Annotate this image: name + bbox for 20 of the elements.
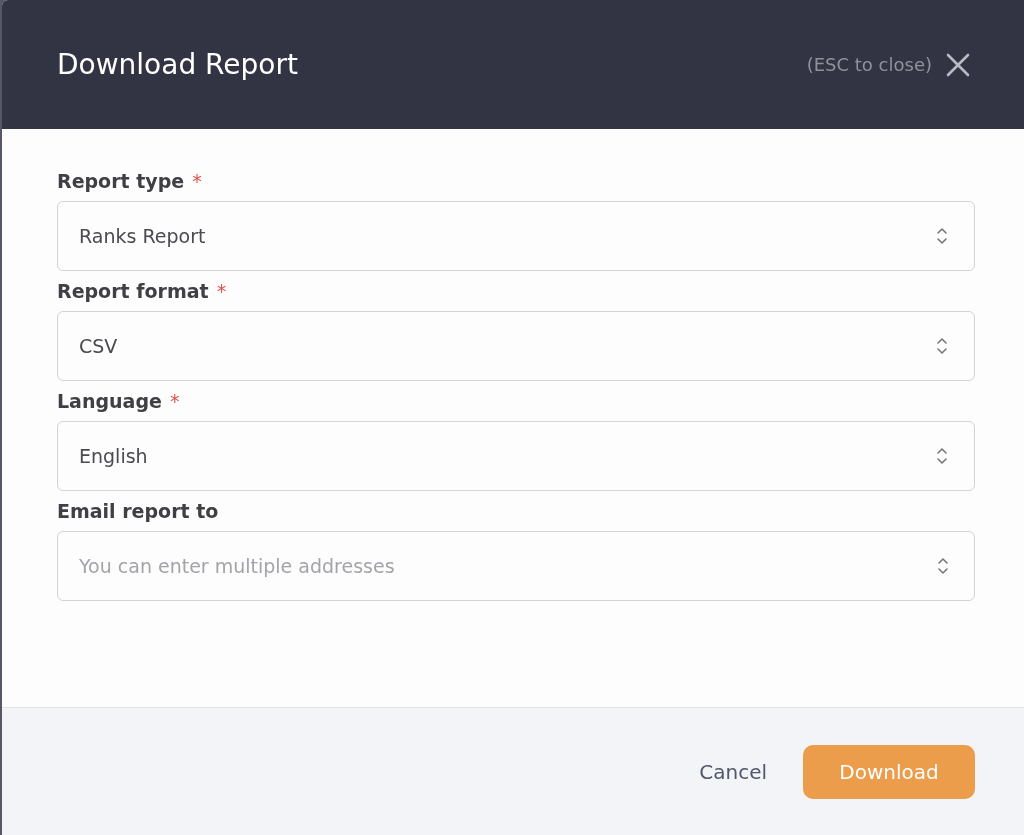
- up-down-chevron-icon: [937, 557, 949, 575]
- required-mark: *: [169, 390, 180, 412]
- required-mark: *: [216, 280, 227, 302]
- cancel-button[interactable]: Cancel: [699, 759, 767, 784]
- dialog-title: Download Report: [57, 48, 298, 81]
- select-field[interactable]: English: [57, 421, 975, 491]
- up-down-chevron-icon: [936, 447, 948, 465]
- close-icon: [946, 52, 970, 77]
- field-label: Report format: [57, 280, 209, 302]
- close-hint: (ESC to close): [806, 54, 932, 75]
- field-label: Language: [57, 390, 162, 412]
- email-input-field[interactable]: You can enter multiple addresses: [57, 531, 975, 601]
- close-button[interactable]: [946, 52, 970, 77]
- field-label: Report type: [57, 170, 185, 192]
- required-mark: *: [192, 170, 202, 192]
- select-field[interactable]: CSV: [57, 311, 975, 381]
- field-label: Email report to: [57, 500, 219, 522]
- up-down-chevron-icon: [936, 337, 948, 355]
- up-down-chevron-icon: [936, 227, 948, 245]
- select-field[interactable]: Ranks Report: [57, 201, 975, 271]
